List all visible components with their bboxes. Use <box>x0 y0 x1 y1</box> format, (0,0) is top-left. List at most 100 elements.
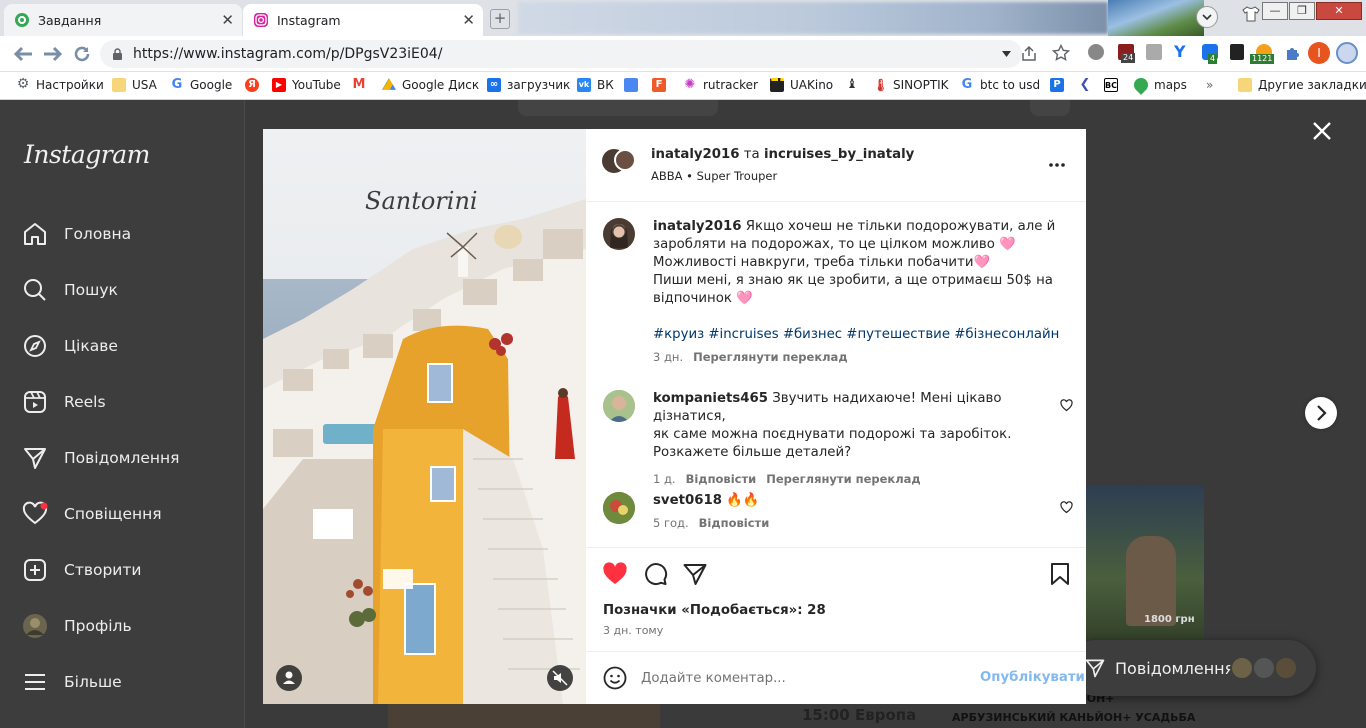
extension-coin-icon[interactable]: 1121 <box>1250 44 1275 64</box>
comment-like-icon[interactable] <box>1060 501 1073 514</box>
profile-avatar[interactable]: I <box>1308 42 1330 64</box>
bookmark-item[interactable]: ▶ YouTube <box>272 78 341 92</box>
coauthor-username[interactable]: incruises_by_inataly <box>764 147 914 162</box>
comment-icon[interactable] <box>642 561 668 587</box>
author-connector: та <box>743 147 760 162</box>
messages-pill[interactable]: Повідомлення <box>1068 640 1316 696</box>
bookmark-item[interactable]: Я <box>245 78 265 92</box>
bookmark-item[interactable]: 🌡 SINOPTIK <box>873 78 949 92</box>
maximize-button[interactable]: ❐ <box>1289 2 1315 20</box>
tab-zavdannia[interactable]: Завдання ✕ <box>4 4 242 36</box>
post-date[interactable]: 3 дн. тому <box>603 624 663 637</box>
back-arrow-icon[interactable] <box>12 45 34 63</box>
share-icon[interactable] <box>682 561 708 587</box>
tagged-users-button[interactable] <box>276 665 302 691</box>
chess-icon: ♝ <box>846 77 858 92</box>
address-bar[interactable]: https://www.instagram.com/p/DPgsV23iE04/ <box>100 40 1022 68</box>
like-icon[interactable] <box>602 561 628 587</box>
comment-time[interactable]: 5 год. <box>653 516 689 530</box>
bookmark-item[interactable]: Google Диск <box>382 78 479 92</box>
browser-theme-image <box>1108 0 1204 36</box>
browser-menu-icon[interactable] <box>1336 42 1358 64</box>
commenter-avatar[interactable] <box>603 390 635 422</box>
bookmark-item[interactable]: G Google <box>170 78 233 93</box>
caption-avatar[interactable] <box>603 218 635 250</box>
caption-time[interactable]: 3 дн. <box>653 350 683 364</box>
translate-link[interactable]: Переглянути переклад <box>766 472 921 486</box>
bookmark-item[interactable]: BC <box>1104 78 1124 92</box>
lock-icon[interactable] <box>112 48 123 61</box>
yandex-icon: Я <box>245 78 259 92</box>
bookmark-item[interactable]: ❮ <box>1078 78 1098 92</box>
bookmark-item[interactable]: Gbtc to usd <box>960 78 1040 93</box>
bookmark-item[interactable]: M <box>352 78 372 92</box>
extension-terminal-icon[interactable] <box>1230 44 1244 60</box>
extension-ublock-icon[interactable]: 24 <box>1118 44 1136 63</box>
save-icon[interactable] <box>1050 562 1070 586</box>
share-icon[interactable] <box>1020 45 1038 63</box>
folder-icon <box>112 78 126 92</box>
bookmark-item[interactable]: ∞ загрузчик <box>487 78 570 92</box>
folder-icon <box>1238 78 1252 92</box>
bookmark-item[interactable]: USA <box>112 78 157 92</box>
bookmark-item[interactable] <box>624 78 644 92</box>
post-media[interactable]: Santorini <box>263 129 586 704</box>
background-tabs[interactable] <box>518 2 1108 34</box>
caption-username[interactable]: inataly2016 <box>653 219 742 234</box>
comment-input[interactable] <box>641 668 971 688</box>
author-username[interactable]: inataly2016 <box>651 147 740 162</box>
bookmark-item[interactable]: maps <box>1131 75 1187 95</box>
caption-hashtags[interactable]: #круиз #incruises #бизнес #путешествие #… <box>653 326 1073 344</box>
tab-instagram[interactable]: Instagram ✕ <box>243 4 483 36</box>
comment-line: kompaniets465 Звучить надихаюче! Мені ці… <box>653 391 1002 424</box>
comment-meta: 5 год. Відповісти <box>653 516 1053 530</box>
publish-button[interactable]: Опублікувати <box>980 670 1085 685</box>
shirt-icon[interactable] <box>1242 6 1260 22</box>
comment-username[interactable]: svet0618 <box>653 493 722 508</box>
reply-button[interactable]: Відповісти <box>699 516 770 530</box>
forward-arrow-icon[interactable] <box>42 45 64 63</box>
tab-search-button[interactable] <box>1196 6 1218 28</box>
comment-like-icon[interactable] <box>1060 399 1073 412</box>
bookmark-item[interactable]: UAKino <box>770 78 833 92</box>
bookmark-item[interactable]: ♝ <box>845 78 865 92</box>
tab-title: Instagram <box>277 12 341 28</box>
tab-close-icon[interactable]: ✕ <box>221 12 234 28</box>
dropdown-arrow-icon[interactable] <box>1002 51 1011 57</box>
reply-button[interactable]: Відповісти <box>686 472 757 486</box>
close-window-button[interactable]: ✕ <box>1316 2 1362 20</box>
comment-time[interactable]: 1 д. <box>653 472 676 486</box>
reload-icon[interactable] <box>72 44 92 64</box>
puzzle-icon[interactable] <box>1284 44 1302 62</box>
more-options-icon[interactable] <box>1048 162 1066 168</box>
next-post-button[interactable] <box>1305 397 1337 429</box>
bookmark-item[interactable]: ⚙ Настройки <box>16 77 104 92</box>
tab-close-icon[interactable]: ✕ <box>462 12 475 28</box>
comment-line: svet0618 🔥🔥 <box>653 493 760 508</box>
extension-download-icon[interactable]: 4 <box>1202 44 1218 64</box>
bookmarks-bar: ⚙ Настройки USA G Google Я ▶ YouTube M Goog… <box>0 72 1366 100</box>
music-info[interactable]: ABBA • Super Trouper <box>651 169 777 183</box>
bookmark-item[interactable]: ✺ rutracker <box>683 78 758 93</box>
commenter-avatar[interactable] <box>603 492 635 524</box>
minimize-button[interactable]: — <box>1262 2 1288 20</box>
bookmark-item[interactable]: vk ВК <box>577 78 614 92</box>
comment-username[interactable]: kompaniets465 <box>653 391 768 406</box>
bookmarks-overflow-icon[interactable]: » <box>1206 78 1213 92</box>
bookmark-item[interactable]: Другие закладки <box>1238 78 1366 92</box>
new-tab-button[interactable]: + <box>490 9 510 29</box>
extension-globe-icon[interactable] <box>1088 44 1104 60</box>
likes-count[interactable]: Позначки «Подобається»: 28 <box>603 603 826 618</box>
film-icon <box>770 78 784 92</box>
bookmark-item[interactable]: P <box>1050 78 1070 92</box>
extension-briefcase-icon[interactable] <box>1146 44 1162 60</box>
emoji-icon[interactable] <box>603 666 627 690</box>
mute-button[interactable] <box>547 665 573 691</box>
music-artist: ABBA <box>651 169 683 183</box>
close-icon[interactable] <box>1311 120 1333 142</box>
bookmark-star-icon[interactable] <box>1052 44 1070 62</box>
translate-link[interactable]: Переглянути переклад <box>693 350 848 364</box>
extension-y-icon[interactable]: Y <box>1174 44 1188 60</box>
coauthor-avatar[interactable] <box>614 149 636 171</box>
bookmark-item[interactable]: F <box>652 78 672 92</box>
